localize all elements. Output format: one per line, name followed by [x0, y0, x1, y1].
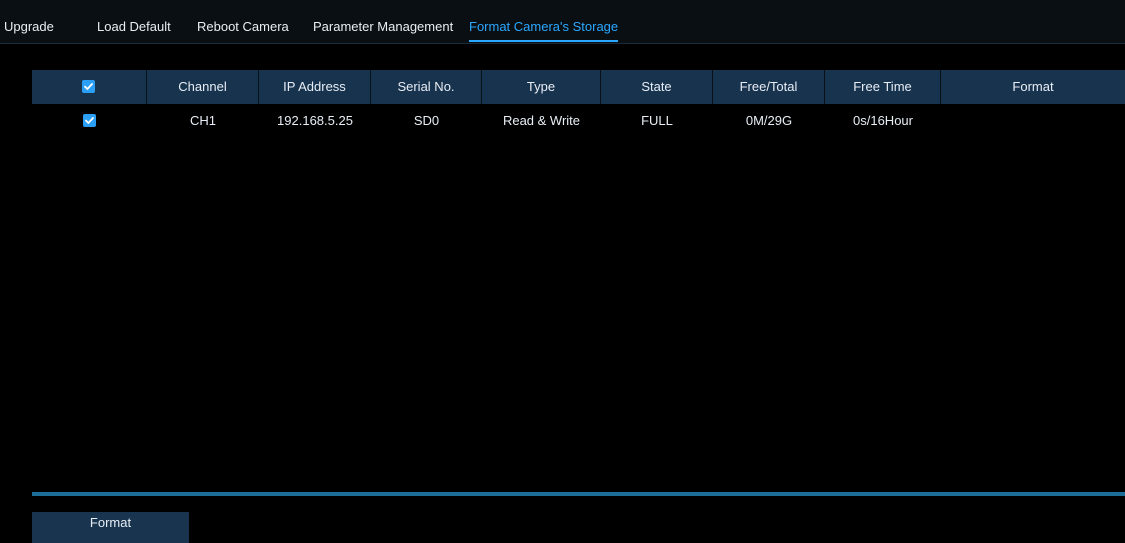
header-serial-no: Serial No. [371, 70, 482, 104]
header-free-time: Free Time [825, 70, 941, 104]
tab-format-camera-storage[interactable]: Format Camera's Storage [469, 0, 619, 44]
header-format: Format [1012, 79, 1054, 94]
cell-type: Read & Write [502, 113, 581, 128]
tab-parameter-management[interactable]: Parameter Management [313, 0, 453, 44]
cell-format [941, 104, 1125, 138]
table-header: Channel IP Address Serial No. Type State… [32, 70, 1125, 104]
cell-free-time: 0s/16Hour [853, 113, 913, 128]
bottom-divider [32, 492, 1125, 496]
header-state: State [601, 70, 713, 104]
table-row[interactable]: CH1 192.168.5.25 SD0 Read & Write FULL 0… [32, 104, 1125, 138]
row-checkbox[interactable] [82, 114, 96, 127]
checkmark-icon [84, 83, 93, 90]
cell-serial-no: SD0 [413, 113, 440, 128]
header-free-total: Free/Total [713, 70, 825, 104]
header-type: Type [482, 70, 601, 104]
header-channel: Channel [147, 70, 259, 104]
tab-upgrade[interactable]: Upgrade [4, 0, 54, 44]
checkmark-icon [84, 117, 94, 124]
row-select-cell [32, 104, 147, 138]
header-ip-address: IP Address [259, 70, 371, 104]
tab-load-default[interactable]: Load Default [97, 0, 171, 44]
format-button[interactable]: Format [32, 512, 189, 543]
tab-bar: Upgrade Load Default Reboot Camera Param… [0, 0, 1125, 44]
cell-ip-address: 192.168.5.25 [277, 113, 353, 128]
tab-reboot-camera[interactable]: Reboot Camera [197, 0, 289, 44]
cell-free-total: 0M/29G [745, 113, 793, 128]
cell-channel: CH1 [189, 113, 216, 128]
header-select-all-cell [32, 70, 147, 104]
cell-state: FULL [641, 113, 673, 128]
select-all-checkbox[interactable] [82, 80, 95, 93]
